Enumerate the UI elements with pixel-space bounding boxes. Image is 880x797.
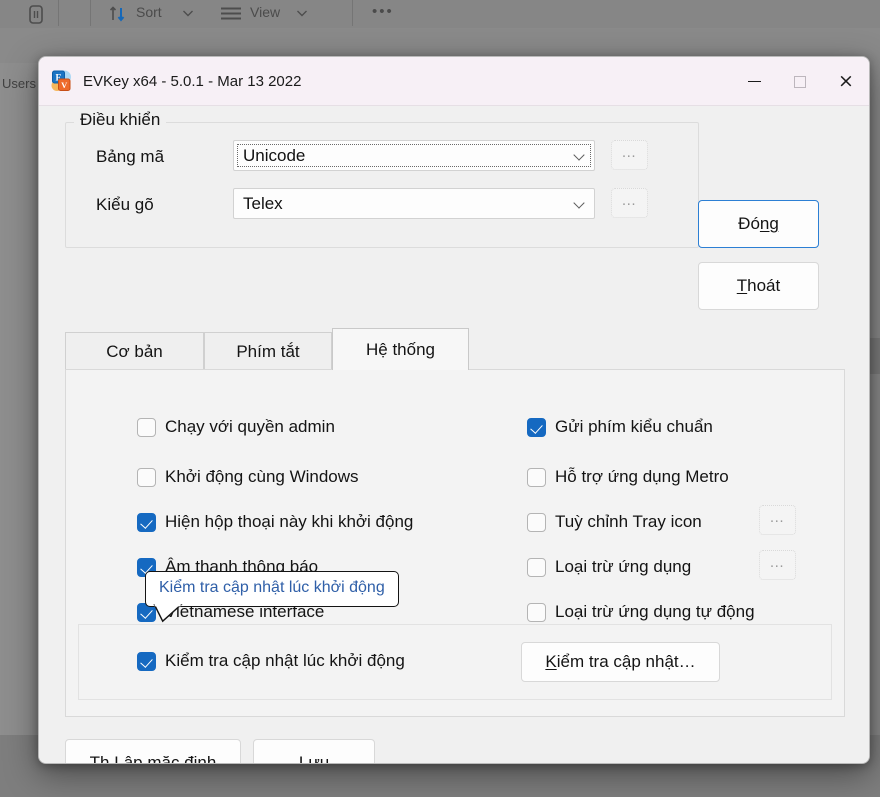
close-dialog-label: Đóng <box>738 214 779 233</box>
chevron-down-icon[interactable] <box>296 9 308 18</box>
titlebar[interactable]: E V EVKey x64 - 5.0.1 - Mar 13 2022 × <box>39 57 869 106</box>
close-icon: × <box>838 70 854 92</box>
toolbar-divider <box>352 0 353 26</box>
evkey-app-icon: E V <box>51 70 73 92</box>
checkbox-send-key-standard[interactable] <box>527 417 546 437</box>
checkbox-row-start-with-windows[interactable]: Khởi động cùng Windows <box>137 467 359 487</box>
sort-label[interactable]: Sort <box>136 4 162 20</box>
toolbar-divider <box>90 0 91 26</box>
checkbox-row-exclude-apps[interactable]: Loại trừ ứng dụng <box>527 557 691 577</box>
checkbox-label: Loại trừ ứng dụng <box>555 557 692 576</box>
groupbox-legend: Điều khiển <box>74 110 167 130</box>
chevron-down-icon <box>575 198 585 208</box>
tooltip-tail-icon <box>153 603 183 623</box>
minimize-button[interactable] <box>731 57 777 106</box>
explorer-command-bar: Sort View ••• <box>0 0 880 28</box>
checkbox-label: Chạy với quyền admin <box>165 417 335 436</box>
close-button[interactable]: × <box>823 57 869 106</box>
checkbox-row-run-as-admin[interactable]: Chạy với quyền admin <box>137 417 335 437</box>
exit-label: Thoát <box>736 276 781 295</box>
input-method-more-button[interactable]: … <box>611 188 648 218</box>
checkbox-run-as-admin[interactable] <box>137 417 156 437</box>
checkbox-row-metro-support[interactable]: Hỗ trợ ứng dụng Metro <box>527 467 729 487</box>
evkey-dialog-window: E V EVKey x64 - 5.0.1 - Mar 13 2022 × Đi… <box>38 56 870 764</box>
tab-label: Hệ thống <box>366 339 435 359</box>
maximize-button[interactable] <box>777 57 823 106</box>
tab-label: Cơ bản <box>106 341 163 361</box>
tab-he-thong[interactable]: Hệ thống <box>332 328 469 370</box>
tab-phim-tat[interactable]: Phím tắt <box>204 332 332 370</box>
encoding-more-button[interactable]: … <box>611 140 648 170</box>
tab-co-ban[interactable]: Cơ bản <box>65 332 204 370</box>
exit-button[interactable]: Thoát <box>698 262 819 310</box>
checkbox-row-check-update-on-start[interactable]: Kiểm tra cập nhật lúc khởi động <box>137 651 405 671</box>
svg-text:V: V <box>61 80 68 90</box>
sort-icon[interactable] <box>110 4 132 24</box>
restore-defaults-label: Th.Lập mặc định <box>89 753 217 764</box>
checkbox-exclude-apps[interactable] <box>527 557 546 577</box>
checkbox-label: Hiện hộp thoại này khi khởi động <box>165 512 414 531</box>
checkbox-row-tray-icon[interactable]: Tuỳ chỉnh Tray icon <box>527 512 702 532</box>
maximize-icon <box>794 75 806 88</box>
exclude-apps-more-button[interactable]: … <box>759 550 796 580</box>
window-title: EVKey x64 - 5.0.1 - Mar 13 2022 <box>83 72 302 90</box>
checkbox-label: Loại trừ ứng dụng tự động <box>555 602 755 621</box>
dialog-body: Điều khiển Bảng mã Unicode … Kiểu gõ Tel… <box>39 106 869 764</box>
checkbox-label: Hỗ trợ ứng dụng Metro <box>555 467 729 486</box>
checkbox-label: Kiểm tra cập nhật lúc khởi động <box>165 651 405 670</box>
save-label: Lưu <box>298 753 330 764</box>
tabstrip: Cơ bản Phím tắt Hệ thống <box>65 328 845 370</box>
restore-defaults-button[interactable]: Th.Lập mặc định <box>65 739 241 764</box>
chevron-down-icon <box>575 150 585 160</box>
checkbox-exclude-apps-auto[interactable] <box>527 602 546 622</box>
breadcrumb-users[interactable]: Users <box>2 76 36 91</box>
more-options-icon[interactable]: ••• <box>372 3 394 20</box>
tab-content-he-thong: Chạy với quyền admin Khởi động cùng Wind… <box>65 369 845 717</box>
label-bang-ma: Bảng mã <box>96 147 165 166</box>
checkbox-show-dialog-on-start[interactable] <box>137 512 156 532</box>
checkbox-label: Tuỳ chỉnh Tray icon <box>555 512 702 531</box>
chevron-down-icon[interactable] <box>182 9 194 18</box>
checkbox-check-update-on-start[interactable] <box>137 651 156 671</box>
input-method-value: Telex <box>243 193 283 213</box>
website-link[interactable]: evkeyvn.com <box>744 761 843 763</box>
tooltip-text: Kiểm tra cập nhật lúc khởi động <box>159 579 385 596</box>
input-method-combobox[interactable]: Telex <box>233 188 595 219</box>
checkbox-start-with-windows[interactable] <box>137 467 156 487</box>
checkbox-metro-support[interactable] <box>527 467 546 487</box>
label-kieu-go: Kiểu gõ <box>96 195 154 214</box>
encoding-combobox[interactable]: Unicode <box>233 140 595 171</box>
tray-icon-more-button[interactable]: … <box>759 505 796 535</box>
check-update-button[interactable]: Kiểm tra cập nhật… <box>521 642 720 682</box>
checkbox-label: Khởi động cùng Windows <box>165 467 359 486</box>
tooltip-check-update: Kiểm tra cập nhật lúc khởi động <box>145 571 399 623</box>
minimize-icon <box>747 80 761 83</box>
checkbox-row-send-key-standard[interactable]: Gửi phím kiểu chuẩn <box>527 417 713 437</box>
close-dialog-button[interactable]: Đóng <box>698 200 819 248</box>
checkbox-row-exclude-apps-auto[interactable]: Loại trừ ứng dụng tự động <box>527 602 755 622</box>
toolbar-divider <box>58 0 59 26</box>
view-label[interactable]: View <box>250 4 280 20</box>
encoding-value: Unicode <box>243 145 306 165</box>
save-button[interactable]: Lưu <box>253 739 375 764</box>
checkbox-row-show-dialog-on-start[interactable]: Hiện hộp thoại này khi khởi động <box>137 512 413 532</box>
checkbox-label: Gửi phím kiểu chuẩn <box>555 417 713 436</box>
window-controls: × <box>731 57 869 106</box>
delete-icon[interactable] <box>26 3 46 25</box>
check-update-label: Kiểm tra cập nhật… <box>545 652 696 671</box>
checkbox-tray-icon[interactable] <box>527 512 546 532</box>
tab-label: Phím tắt <box>236 341 300 361</box>
view-list-icon[interactable] <box>220 6 242 22</box>
